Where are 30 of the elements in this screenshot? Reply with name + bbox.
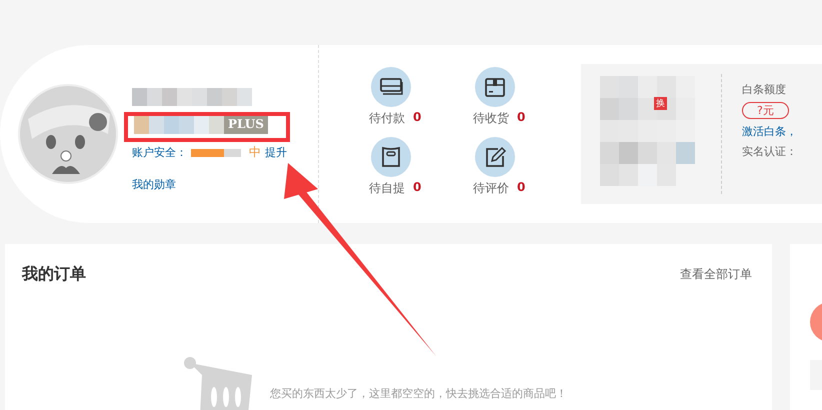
view-all-orders-link[interactable]: 查看全部订单 [680, 266, 752, 283]
status-label: 待收货 [473, 110, 509, 127]
status-label: 待评价 [473, 180, 509, 197]
avatar-icon [18, 84, 118, 184]
order-status-item[interactable]: 待自提 0 [369, 137, 473, 207]
status-label: 待付款 [369, 110, 405, 127]
package-icon [475, 67, 515, 107]
realname-label: 实名认证： [742, 144, 797, 159]
swap-badge: 换 [654, 97, 667, 110]
status-count: 0 [517, 180, 526, 196]
empty-orders-message: 您买的东西太少了，这里都空空的，快去挑选合适的商品吧！ [270, 386, 567, 402]
orders-title: 我的订单 [22, 264, 86, 285]
upgrade-link[interactable]: 提升 [265, 145, 287, 160]
card-icon [371, 67, 411, 107]
plus-badge: PLUS [224, 116, 268, 134]
order-status-item[interactable]: 待评价 0 [473, 137, 577, 207]
status-count: 0 [517, 110, 526, 126]
edit-icon [475, 137, 515, 177]
order-status-item[interactable]: 待付款 0 [369, 67, 473, 137]
order-status-item[interactable]: 待收货 0 [473, 67, 577, 137]
credit-amount: ?元 [742, 102, 789, 119]
status-count: 0 [413, 110, 422, 126]
security-level: 中 [249, 144, 261, 161]
activate-link[interactable]: 激活白条， [742, 124, 797, 139]
status-count: 0 [413, 180, 422, 196]
credit-title: 白条额度 [742, 82, 786, 97]
security-label: 账户安全： [132, 145, 187, 160]
bag-icon [371, 137, 411, 177]
status-label: 待自提 [369, 180, 405, 197]
medals-link[interactable]: 我的勋章 [132, 177, 176, 192]
